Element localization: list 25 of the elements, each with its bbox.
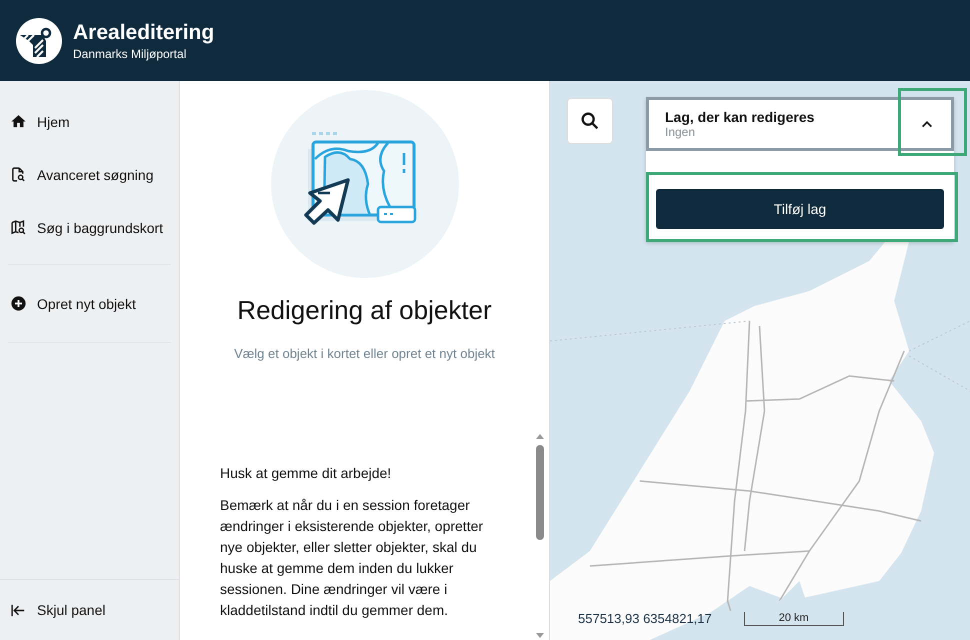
sidebar-item[interactable]: Søg i baggrundskort	[8, 201, 171, 254]
add-circle-icon	[10, 295, 27, 312]
save-explanation: Bemærk at når du i en session foretager ændringer i eksisterende objekter, opretter nye objekter, eller sletter objekter, skal du huske at gemme dem inden du lukker sessionen. Dine ændringer vil være i kladdetilstand indtil du gemmer dem.	[220, 496, 484, 620]
scale-bar: 20 km	[744, 612, 844, 626]
sidebar-item[interactable]: Hjem	[8, 95, 171, 148]
home-icon	[10, 113, 27, 130]
document-search-icon	[10, 166, 27, 183]
panel-subtitle: Vælg et objekt i kortet eller opret et nyt objekt	[234, 346, 495, 361]
app-subtitle: Danmarks Miljøportal	[73, 46, 188, 60]
layer-title: Lag, der kan redigeres	[665, 109, 814, 125]
hide-panel-button[interactable]: Skjul panel	[8, 584, 106, 636]
app-title: Arealeditering	[73, 20, 214, 44]
coordinates-readout: 557513,93 6354821,17	[578, 611, 712, 626]
panel-title: Redigering af objekter	[237, 295, 492, 326]
sidebar-item[interactable]: Avanceret søgning	[8, 148, 171, 201]
highlight-frame	[898, 88, 967, 156]
map-search-icon	[10, 219, 27, 236]
map-view[interactable]: Lag, der kan redigeres Ingen Tilføj lag 557513,93 6354821,17 20 km	[550, 81, 970, 640]
sidebar-item[interactable]: Opret nyt objekt	[8, 277, 171, 330]
add-layer-button[interactable]: Tilføj lag	[656, 189, 944, 229]
layer-value: Ingen	[665, 125, 696, 139]
save-reminder: Husk at gemme dit arbejde!	[220, 465, 392, 481]
search-button[interactable]	[567, 98, 613, 144]
search-icon	[579, 110, 601, 132]
logo-icon	[15, 16, 63, 64]
